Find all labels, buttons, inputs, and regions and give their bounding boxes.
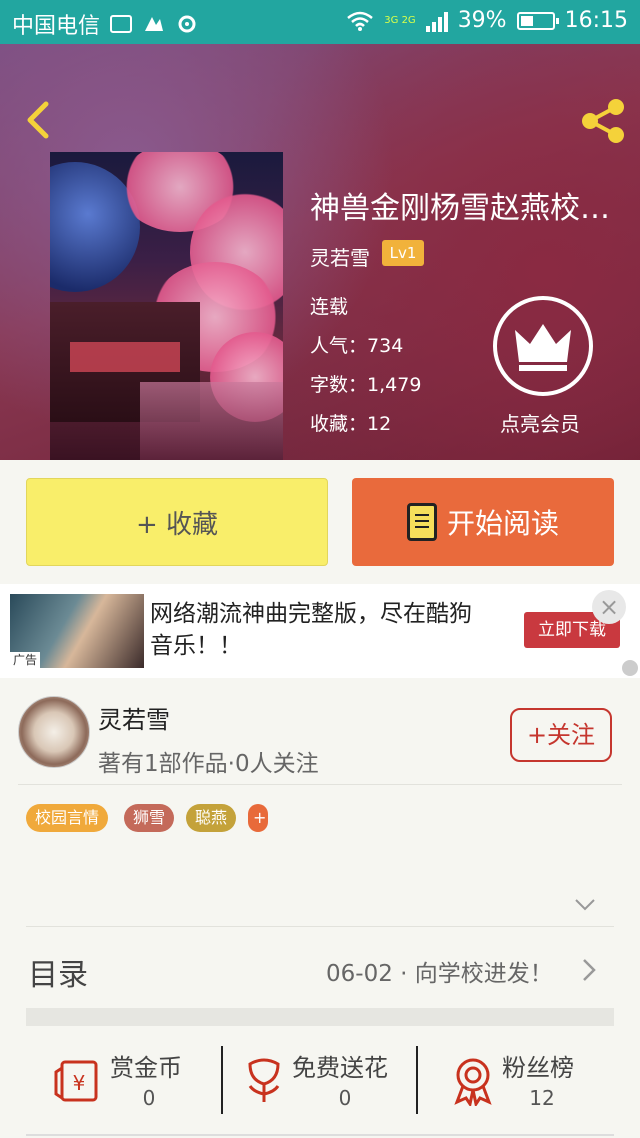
book-cover[interactable] — [50, 152, 283, 460]
level-badge: Lv1 — [382, 240, 424, 266]
catalog-label[interactable]: 目录 — [28, 950, 88, 994]
favorites-value: 12 — [367, 413, 392, 435]
book-popularity: 人气：734 — [310, 331, 403, 358]
author-avatar[interactable] — [18, 696, 90, 768]
clock: 16:15 — [564, 8, 628, 33]
share-icon[interactable] — [578, 96, 628, 146]
vip-label: 点亮会员 — [500, 412, 580, 436]
back-icon[interactable] — [20, 100, 60, 140]
divider — [416, 1046, 418, 1114]
flower-icon — [248, 1058, 280, 1102]
red-envelope-icon: ¥ — [54, 1060, 98, 1102]
divider — [26, 926, 614, 927]
book-icon — [406, 503, 437, 541]
book-author[interactable]: 灵若雪 — [310, 242, 370, 271]
add-tag-button[interactable]: + — [248, 804, 268, 832]
status-bar: 中国电信 3G 2G 39% 16:15 — [0, 0, 640, 44]
book-title: 神兽金刚杨雪赵燕校… — [310, 191, 610, 226]
book-favorites: 收藏：12 — [310, 409, 391, 436]
reward-coins-stat[interactable]: ¥ 赏金币 0 — [54, 1044, 214, 1116]
latest-chapter[interactable]: 06-02 · 向学校进发！ — [326, 954, 553, 988]
book-status: 连载 — [310, 296, 349, 318]
tag-campus-romance[interactable]: 校园言情 — [26, 804, 109, 832]
free-flowers-stat[interactable]: 免费送花 0 — [244, 1044, 414, 1116]
divider — [221, 1046, 223, 1114]
word-count-value: 1,479 — [367, 374, 422, 396]
start-reading-label: 开始阅读 — [446, 507, 559, 540]
fan-ranking-stat[interactable]: 粉丝榜 12 — [452, 1044, 612, 1116]
author-name[interactable]: 灵若雪 — [98, 700, 170, 735]
free-flowers-count: 0 — [338, 1086, 352, 1110]
gallery-icon — [110, 15, 133, 33]
ad-badge-icon — [622, 660, 638, 676]
start-reading-button[interactable]: 开始阅读 — [352, 478, 614, 566]
signal-icon — [425, 10, 448, 32]
tag-congyan[interactable]: 聪燕 — [186, 804, 237, 832]
crown-icon — [515, 324, 571, 371]
chevron-right-icon[interactable] — [580, 958, 598, 982]
network-type: 3G 2G — [384, 14, 416, 26]
section-band — [26, 1008, 614, 1026]
wifi-icon — [347, 11, 374, 31]
book-word-count: 字数：1,479 — [310, 370, 421, 397]
divider — [26, 1134, 614, 1136]
tag-shixue[interactable]: 狮雪 — [124, 804, 175, 832]
ribbon-medal-icon — [454, 1058, 492, 1106]
favorites-label: 收藏： — [310, 413, 368, 435]
word-count-label: 字数： — [310, 374, 368, 396]
fan-ranking-count: 12 — [529, 1086, 555, 1110]
svg-text:¥: ¥ — [73, 1071, 86, 1095]
free-flowers-label: 免费送花 — [292, 1054, 388, 1082]
reward-coins-label: 赏金币 — [110, 1054, 182, 1082]
battery-percent: 39% — [457, 8, 507, 33]
battery-icon — [516, 11, 559, 30]
chevron-down-icon[interactable] — [574, 898, 596, 912]
ad-tag: 广告 — [10, 652, 40, 668]
popularity-label: 人气： — [310, 335, 368, 357]
divider — [18, 784, 622, 785]
author-subtitle: 著有1部作品·0人关注 — [98, 751, 319, 777]
fan-ranking-label: 粉丝榜 — [502, 1054, 574, 1082]
popularity-value: 734 — [367, 335, 404, 357]
ring-icon — [178, 15, 196, 33]
add-favorite-button[interactable]: + 收藏 — [26, 478, 328, 566]
follow-button[interactable]: +关注 — [510, 708, 612, 762]
vip-button[interactable] — [493, 296, 593, 396]
ad-text: 网络潮流神曲完整版，尽在酷狗音乐！！ — [150, 601, 472, 659]
reward-coins-count: 0 — [142, 1086, 156, 1110]
carrier-label: 中国电信 — [12, 14, 101, 39]
notification-icon — [145, 17, 164, 31]
ad-close-button[interactable]: × — [592, 590, 626, 624]
